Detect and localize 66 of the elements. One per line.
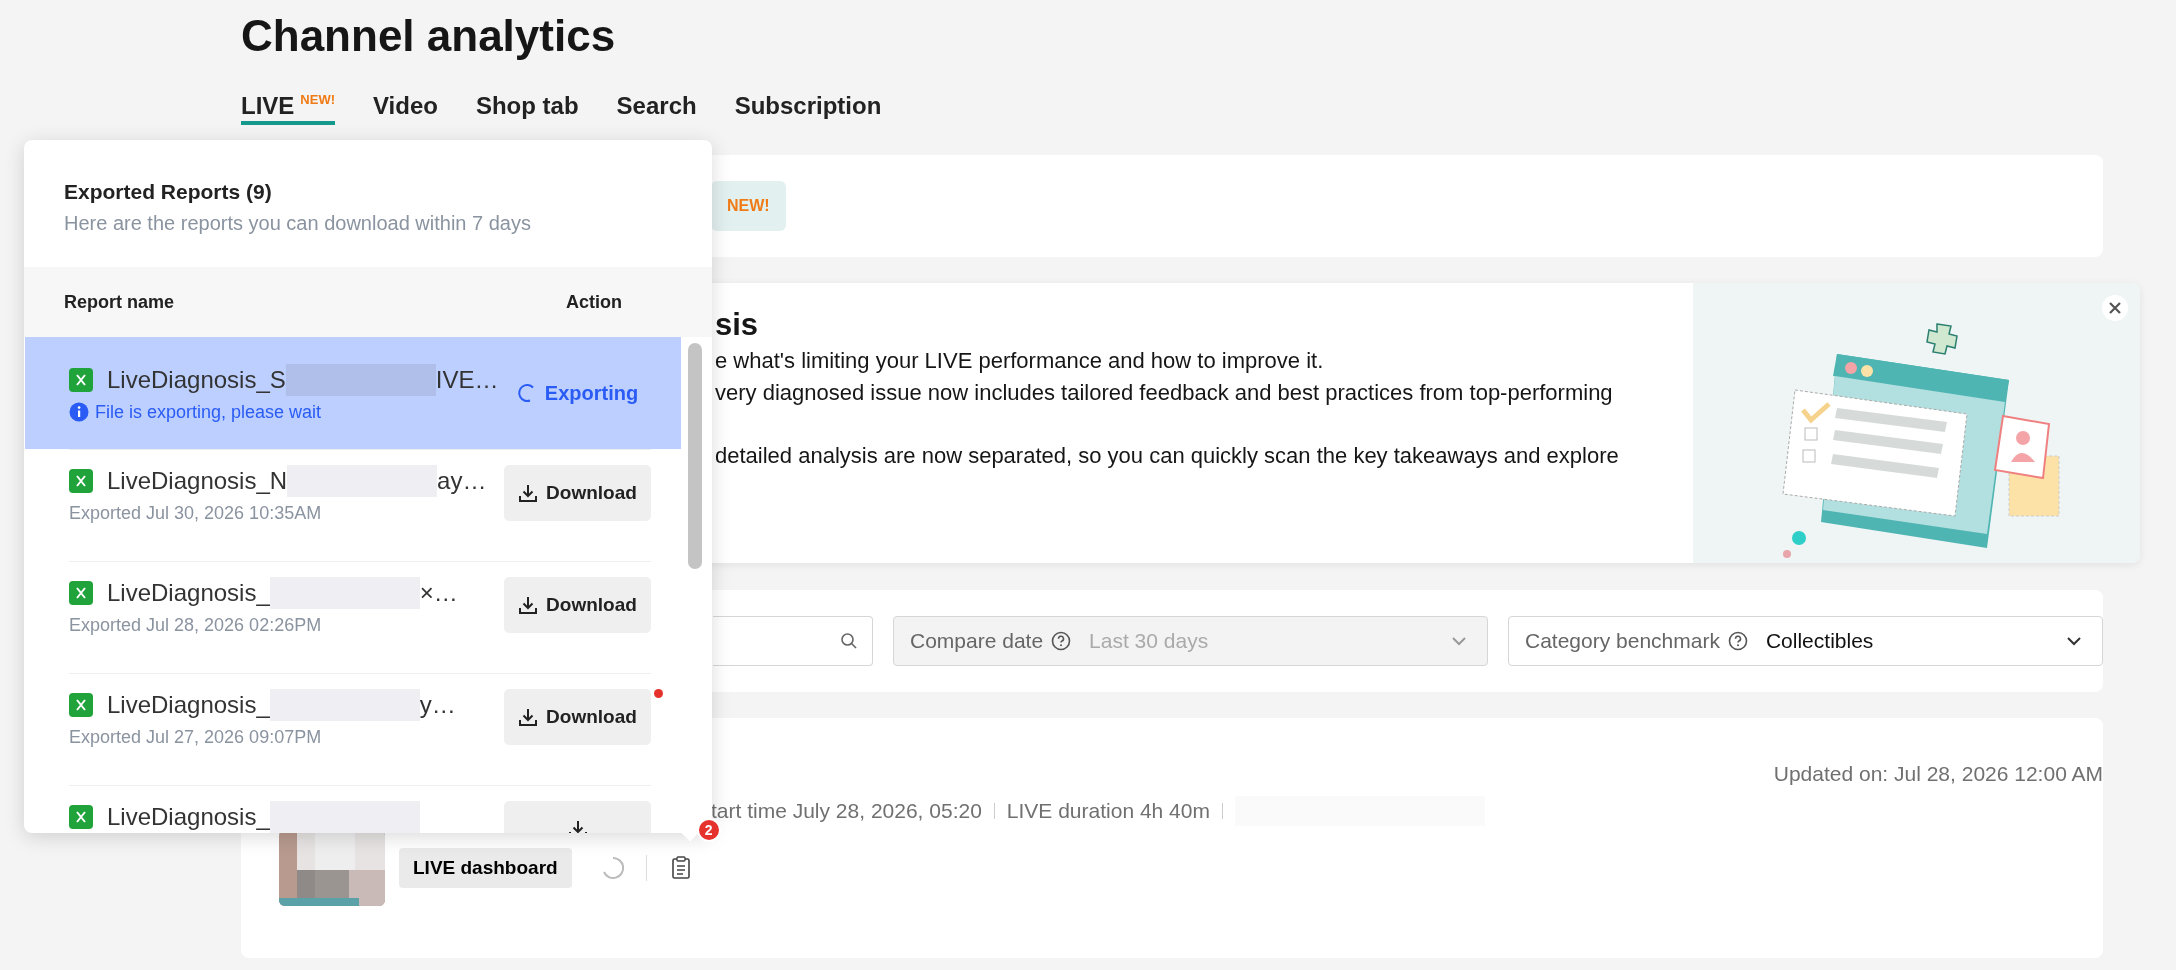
page-title: Channel analytics <box>241 10 617 62</box>
field-label: Category benchmark <box>1525 629 1720 653</box>
field-value: Last 30 days <box>1089 629 1209 653</box>
download-icon <box>567 819 588 833</box>
tab[interactable]: Video <box>373 86 438 125</box>
help-icon <box>1051 631 1072 651</box>
letter-x-icon <box>75 475 87 487</box>
search-icon <box>840 632 858 650</box>
search-field[interactable] <box>713 616 873 666</box>
field-value: Collectibles <box>1765 629 1874 653</box>
report-name: IVE… <box>435 365 499 394</box>
panel-title: Exported Reports (9) <box>64 180 273 204</box>
report-name: ay… <box>437 467 487 495</box>
report-name: ×… <box>419 579 458 607</box>
report-name: LiveDiagnosis_ <box>107 803 270 831</box>
clipboard-icon <box>670 856 691 880</box>
exporting-status: Exporting <box>544 381 639 405</box>
tab[interactable]: LIVE $^{NEW!}$ <box>241 86 335 125</box>
info-icon <box>69 402 89 422</box>
banner-text: detailed analysis are now separated, so you can quickly scan the key takeaways and explore <box>715 442 1620 470</box>
column-header: Report name <box>64 291 175 313</box>
banner-title: sis <box>715 306 760 344</box>
tab[interactable]: Subscription <box>734 86 882 125</box>
updated-text: Updated on: Jul 28, 2026 12:00 AM <box>1773 762 2103 786</box>
tab[interactable]: Search <box>616 86 697 125</box>
report-name: y… <box>419 691 456 719</box>
chevron-down-icon <box>2066 636 2082 646</box>
field-label: Compare date <box>910 629 1044 653</box>
report-row[interactable]: LiveDiagnosis_ <box>25 785 681 833</box>
download-button[interactable]: Download <box>504 689 651 745</box>
letter-x-icon <box>75 373 87 386</box>
dashboard-button[interactable]: LIVE dashboard <box>399 848 572 888</box>
close-icon <box>2108 301 2122 315</box>
letter-x-icon <box>75 587 87 599</box>
banner-text: e what's limiting your LIVE performance and how to improve it. <box>715 347 1325 375</box>
download-button[interactable]: Download <box>504 577 651 633</box>
export-date: Exported Jul 27, 2026 09:07PM <box>69 727 322 748</box>
export-date: Exported Jul 28, 2026 02:26PM <box>69 615 322 636</box>
report-name: LiveDiagnosis_ <box>107 579 270 607</box>
dropdown-field[interactable]: Category benchmark Collectibles <box>1508 616 2103 666</box>
download-icon <box>518 707 539 727</box>
report-row[interactable]: LiveDiagnosis_ y… Exported Jul 27, 2026 09:07PM Download <box>25 673 681 785</box>
letter-x-icon <box>75 699 87 711</box>
tab[interactable]: Shop tab <box>475 86 579 125</box>
banner-text: very diagnosed issue now includes tailored feedback and best practices from top-performing <box>715 379 1614 407</box>
scrollbar-thumb[interactable] <box>688 343 702 569</box>
new-badge: NEW! <box>711 181 786 231</box>
report-name: LiveDiagnosis_S <box>107 365 286 394</box>
download-icon <box>518 483 539 503</box>
download-button[interactable]: Download <box>504 465 651 521</box>
report-name: LiveDiagnosis_N <box>107 467 288 495</box>
panel-subtitle: Here are the reports you can download within 7 days <box>64 212 532 235</box>
notification-count: 2 <box>696 818 721 842</box>
report-name: LiveDiagnosis_ <box>107 691 270 719</box>
download-icon <box>518 595 539 615</box>
status-text: File is exporting, please wait <box>95 401 322 423</box>
help-icon <box>1727 631 1748 651</box>
letter-x-icon <box>75 811 87 823</box>
column-header: Action <box>566 291 622 313</box>
close-button[interactable] <box>2102 295 2128 321</box>
chevron-down-icon <box>1451 636 1467 646</box>
report-row[interactable]: LiveDiagnosis_S IVE… File is exporting, please wait Exporting <box>25 337 681 449</box>
report-row[interactable]: LiveDiagnosis_N ay… Exported Jul 30, 2026 10:35AM Download <box>25 449 681 561</box>
report-row[interactable]: LiveDiagnosis_ ×… Exported Jul 28, 2026 02:26PM Download <box>25 561 681 673</box>
export-date: Exported Jul 30, 2026 10:35AM <box>69 503 322 524</box>
session-info: LIVE duration 4h 40m <box>1006 799 1210 823</box>
